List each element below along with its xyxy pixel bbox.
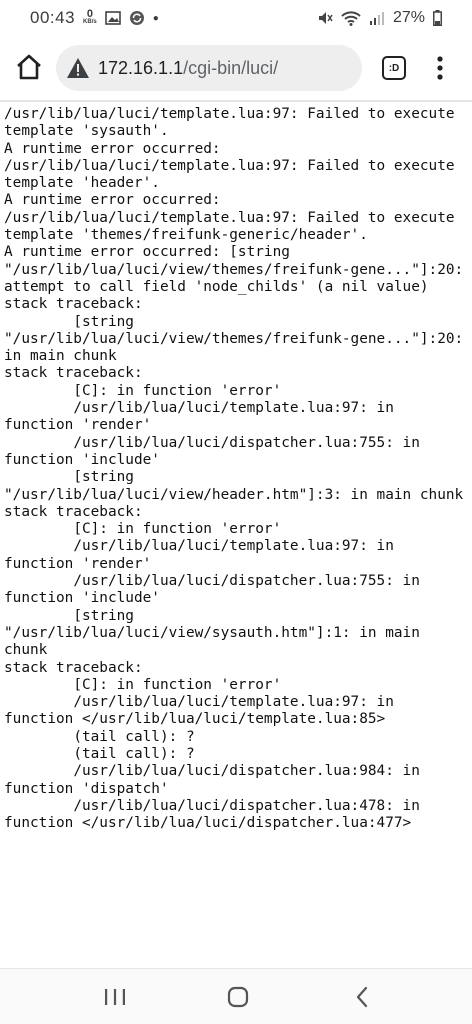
error-line: [string "/usr/lib/lua/luci/view/themes/f… — [4, 313, 472, 365]
error-line: /usr/lib/lua/luci/dispatcher.lua:984: in… — [4, 763, 429, 797]
error-line: A runtime error occurred: /usr/lib/lua/l… — [4, 192, 464, 244]
tab-switcher-label: :D — [388, 62, 400, 74]
error-output: /usr/lib/lua/luci/template.lua:97: Faile… — [4, 106, 468, 832]
error-line: /usr/lib/lua/luci/dispatcher.lua:755: in… — [4, 573, 429, 607]
menu-icon[interactable] — [432, 54, 448, 82]
url-path: /cgi-bin/luci/ — [183, 57, 279, 78]
recents-icon[interactable] — [102, 985, 128, 1009]
warning-icon[interactable] — [66, 57, 90, 79]
network-speed: 0 KB/s — [83, 8, 97, 26]
navigation-bar — [0, 968, 472, 1024]
status-bar: 00:43 0 KB/s ● 27% — [0, 0, 472, 36]
error-line: [string "/usr/lib/lua/luci/view/header.h… — [4, 469, 464, 503]
error-line: /usr/lib/lua/luci/template.lua:97: in fu… — [4, 694, 403, 728]
battery-icon — [433, 10, 442, 26]
battery-level: 27% — [392, 9, 425, 26]
error-line: [C]: in function 'error' — [4, 382, 282, 399]
address-bar[interactable]: 172.16.1.1/cgi-bin/luci/ — [56, 45, 362, 91]
mute-icon — [318, 12, 333, 24]
status-left: 00:43 0 KB/s ● — [30, 8, 159, 28]
back-icon[interactable] — [350, 985, 376, 1009]
error-line: /usr/lib/lua/luci/dispatcher.lua:755: in… — [4, 434, 429, 468]
error-line: [C]: in function 'error' — [4, 676, 282, 693]
error-line: /usr/lib/lua/luci/template.lua:97: in fu… — [4, 538, 403, 572]
toolbar-divider — [0, 100, 472, 102]
network-speed-unit: KB/s — [83, 19, 97, 25]
clock: 00:43 — [30, 8, 76, 27]
error-line: (tail call): ? — [4, 745, 195, 762]
error-line: stack traceback: — [4, 503, 143, 520]
error-line: A runtime error occurred: [string "/usr/… — [4, 244, 472, 295]
error-line: (tail call): ? — [4, 728, 195, 745]
image-icon — [104, 11, 121, 25]
error-line: stack traceback: — [4, 365, 143, 382]
error-line: A runtime error occurred: /usr/lib/lua/l… — [4, 140, 464, 192]
status-right: 27% — [317, 9, 442, 27]
error-line: /usr/lib/lua/luci/dispatcher.lua:478: in… — [4, 797, 429, 832]
error-line: [string "/usr/lib/lua/luci/view/sysauth.… — [4, 607, 429, 659]
error-line: /usr/lib/lua/luci/template.lua:97: in fu… — [4, 400, 403, 434]
error-line: /usr/lib/lua/luci/template.lua:97: Faile… — [4, 106, 464, 140]
signal-icon — [369, 12, 384, 25]
tab-switcher-button[interactable]: :D — [382, 56, 406, 80]
url-text: 172.16.1.1/cgi-bin/luci/ — [98, 58, 278, 79]
error-line: [C]: in function 'error' — [4, 521, 282, 538]
error-line: stack traceback: — [4, 659, 143, 676]
url-host: 172.16.1.1 — [98, 57, 184, 78]
sync-icon — [129, 11, 144, 25]
network-speed-value: 0 — [86, 8, 93, 20]
browser-toolbar: 172.16.1.1/cgi-bin/luci/ :D — [0, 36, 472, 100]
home-icon[interactable] — [14, 52, 44, 82]
wifi-icon — [341, 11, 361, 26]
home-icon[interactable] — [225, 985, 251, 1009]
error-line: stack traceback: — [4, 296, 143, 313]
dot-icon: ● — [152, 12, 159, 24]
